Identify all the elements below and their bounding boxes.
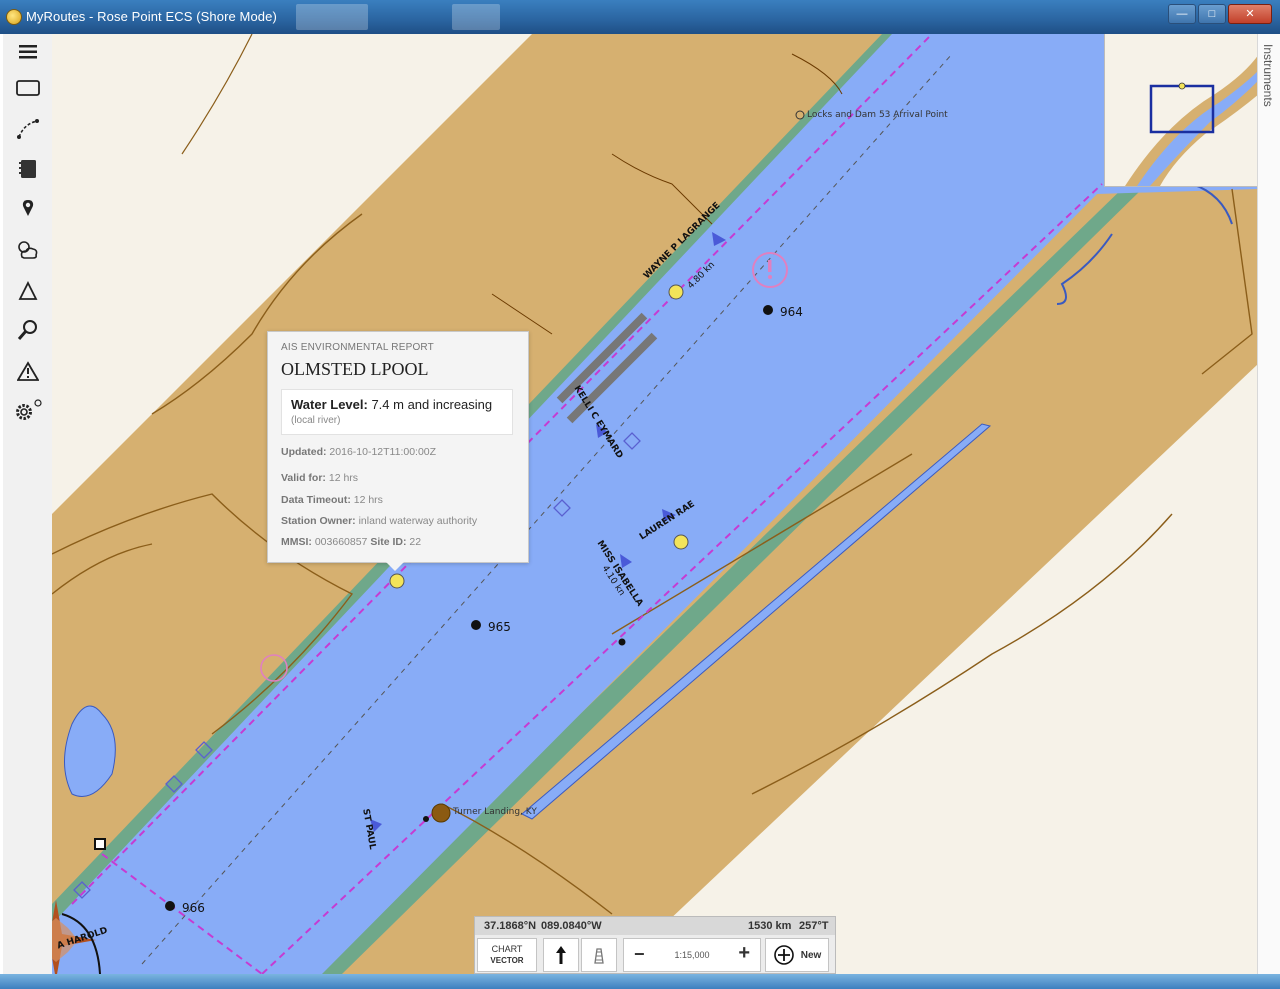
taskbar [0,974,1280,989]
minimize-icon[interactable]: — [1168,4,1196,24]
latitude: 37.1868°N [484,920,537,932]
instruments-panel[interactable]: Instruments [1257,34,1280,974]
mmsi-label: MMSI: [281,536,312,548]
depth-964: 964 [780,305,803,319]
warning-icon[interactable] [11,355,45,387]
close-icon[interactable]: ✕ [1228,4,1272,24]
add-circle-icon [773,945,794,965]
lighthouse-icon [594,948,604,964]
overview-canvas [1105,34,1259,186]
rectangle-icon[interactable] [11,72,45,104]
popup-kicker: AIS ENVIRONMENTAL REPORT [281,342,434,353]
status-bar: 37.1868°N 089.0840°W 1530 km 257°T CHART… [474,916,836,974]
chart-canvas [52,34,1258,974]
mmsi-value: 003660857 [314,536,368,548]
app-icon [6,9,22,25]
map-pin-icon[interactable] [11,193,45,225]
depth-965: 965 [488,620,511,634]
chart-label: CHART [491,944,523,954]
locks-and-dam-label: Locks and Dam 53 Arrival Point [807,110,948,120]
longitude: 089.0840°W [541,920,602,932]
hamburger-icon[interactable] [11,36,45,68]
station-owner-value: inland waterway authority [358,515,478,527]
title-bar: MyRoutes - Rose Point ECS (Shore Mode) —… [0,0,1280,34]
overview-map[interactable] [1104,34,1259,187]
range: 1530 km [748,920,792,932]
site-id-label: Site ID: [370,536,407,548]
gear-icon[interactable] [11,395,45,427]
water-level-label: Water Level: [291,397,368,412]
updated-label: Updated: [281,446,327,458]
updated-value: 2016-10-12T11:00:00Z [329,446,437,458]
turner-landing-label: Turner Landing, KY [453,807,537,817]
zoom-in-button[interactable]: + [738,942,750,965]
valid-for-label: Valid for: [281,472,326,484]
taskbar-thumbnail [452,4,500,30]
maximize-icon[interactable]: □ [1198,4,1226,24]
water-level-value: 7.4 m and increasing [371,397,493,412]
data-timeout-value: 12 hrs [353,494,383,506]
chart-map[interactable]: Locks and Dam 53 Arrival Point Turner La… [52,34,1258,974]
left-toolbar [3,34,53,974]
data-timeout-label: Data Timeout: [281,494,351,506]
north-up-button[interactable] [543,938,579,972]
book-icon[interactable] [11,153,45,185]
triangle-icon[interactable] [11,275,45,307]
new-label: New [800,949,822,961]
popup-pointer [386,562,404,571]
data-timeout-row: Data Timeout: 12 hrs [281,494,383,506]
scale-control[interactable]: − 1:15,000 + [623,938,761,972]
water-level-line: Water Level: 7.4 m and increasing [291,397,492,412]
water-level-box: Water Level: 7.4 m and increasing (local… [281,389,513,435]
window-title: MyRoutes - Rose Point ECS (Shore Mode) [26,9,277,24]
station-name: OLMSTED LPOOL [281,359,429,379]
bearing: 257°T [799,920,829,932]
updated-row: Updated: 2016-10-12T11:00:00Z [281,446,436,458]
valid-for-row: Valid for: 12 hrs [281,472,358,484]
search-icon[interactable] [11,314,45,346]
mmsi-row: MMSI: 003660857 Site ID: 22 [281,536,421,548]
route-icon[interactable] [11,113,45,145]
chart-mode-button[interactable]: CHART VECTOR [477,938,537,972]
water-level-sub: (local river) [291,415,341,426]
station-owner-row: Station Owner: inland waterway authority [281,515,477,527]
new-button[interactable]: New [765,938,829,972]
chart-mode: VECTOR [490,956,524,965]
zoom-out-button[interactable]: − [634,944,645,965]
depth-966: 966 [182,901,205,915]
ais-environmental-popup[interactable]: AIS ENVIRONMENTAL REPORT OLMSTED LPOOL W… [267,331,529,571]
site-id-value: 22 [409,536,422,548]
taskbar-thumbnail [296,4,368,30]
lighthouse-button[interactable] [581,938,617,972]
north-up-icon [556,946,566,964]
weather-icon[interactable] [11,234,45,266]
station-owner-label: Station Owner: [281,515,356,527]
scale-value: 1:15,000 [674,950,710,960]
cursor-readout: 37.1868°N 089.0840°W 1530 km 257°T [475,917,835,935]
valid-for-value: 12 hrs [328,472,359,484]
instruments-label[interactable]: Instruments [1261,44,1275,107]
